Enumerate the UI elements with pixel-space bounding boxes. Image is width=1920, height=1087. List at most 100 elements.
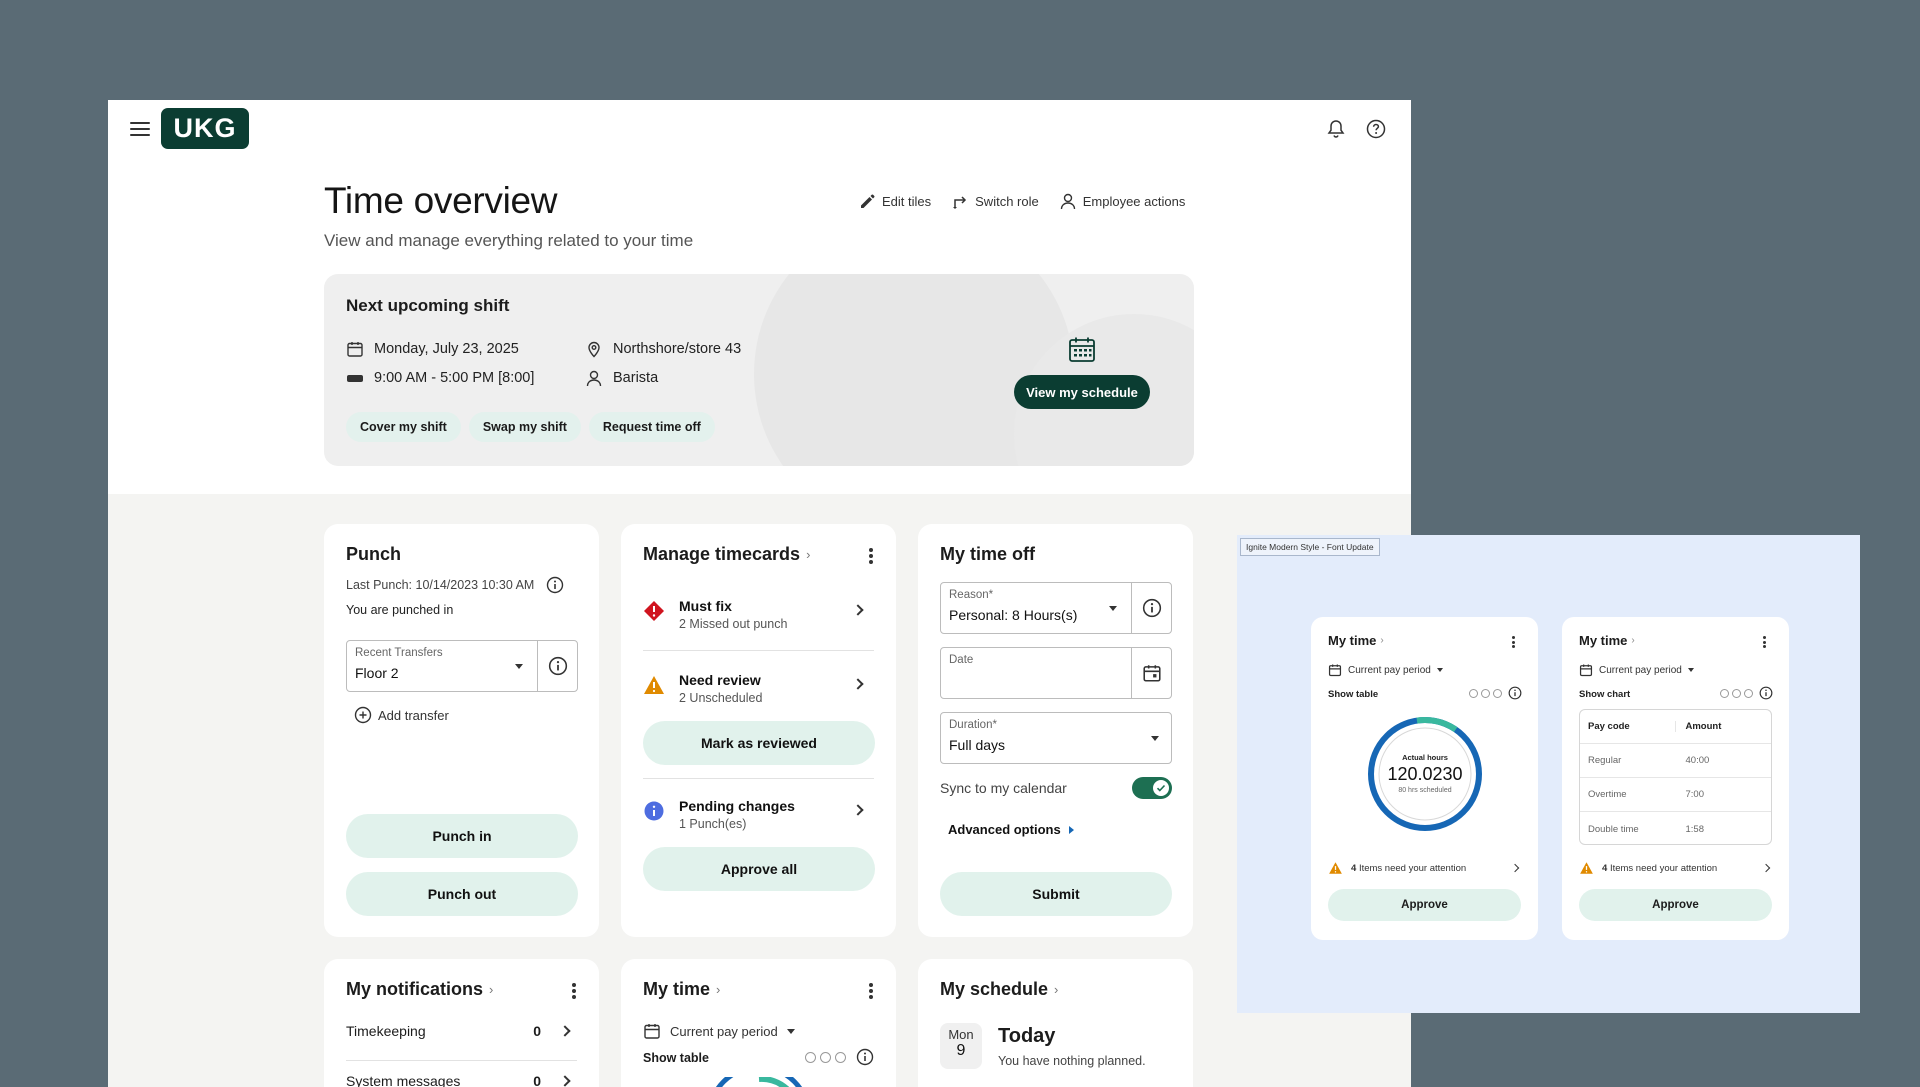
- error-diamond-icon: [644, 601, 664, 621]
- timecards-title[interactable]: Manage timecards ›: [643, 544, 810, 565]
- need-review-label: Need review: [679, 672, 761, 688]
- edit-tiles-button[interactable]: Edit tiles: [858, 192, 931, 210]
- chevron-down-icon: [515, 664, 523, 669]
- notification-row[interactable]: Timekeeping 0: [346, 1023, 577, 1053]
- chevron-down-icon: [1687, 668, 1694, 672]
- info-icon[interactable]: [856, 1048, 874, 1066]
- notification-label: System messages: [346, 1073, 461, 1087]
- preview-approve-button[interactable]: Approve: [1328, 889, 1521, 921]
- table-row: Double time 1:58: [1580, 812, 1771, 844]
- preview-approve-button[interactable]: Approve: [1579, 889, 1772, 921]
- must-fix-item[interactable]: Must fix 2 Missed out punch: [643, 598, 874, 638]
- location-pin-icon: [588, 341, 600, 358]
- preview-card-title[interactable]: My time ›: [1328, 633, 1384, 648]
- more-icon[interactable]: [868, 983, 874, 999]
- ring-sub: 80 hrs scheduled: [1398, 787, 1451, 794]
- info-icon[interactable]: [1508, 686, 1522, 700]
- preview-show-chart: Show chart: [1579, 689, 1631, 700]
- preview-pay-period-select[interactable]: Current pay period: [1579, 663, 1694, 677]
- switch-role-button[interactable]: Switch role: [951, 192, 1039, 210]
- menu-icon[interactable]: [130, 120, 150, 138]
- ukg-logo[interactable]: UKG: [161, 108, 249, 149]
- page-title: Time overview: [324, 180, 558, 221]
- time-off-title: My time off: [940, 544, 1036, 564]
- date-field[interactable]: Date: [940, 647, 1172, 699]
- pay-period-value: Current pay period: [670, 1023, 778, 1039]
- chevron-right-icon: [852, 678, 864, 690]
- punch-title: Punch: [346, 544, 402, 564]
- view-toggle[interactable]: [805, 1048, 874, 1066]
- preview-pay-period: Current pay period: [1599, 664, 1682, 676]
- shift-time: 9:00 AM - 5:00 PM [8:00]: [374, 370, 535, 386]
- time-off-tile: My time off Reason* Personal: 8 Hours(s)…: [918, 524, 1193, 937]
- must-fix-label: Must fix: [679, 598, 732, 614]
- employee-actions-button[interactable]: Employee actions: [1059, 192, 1185, 210]
- submit-button[interactable]: Submit: [940, 872, 1172, 916]
- preview-card-title[interactable]: My time ›: [1579, 633, 1635, 648]
- punch-status: You are punched in: [346, 603, 454, 617]
- recent-transfers-select[interactable]: Recent Transfers Floor 2: [346, 640, 578, 692]
- swap-shift-chip[interactable]: Swap my shift: [468, 412, 581, 442]
- header-area: UKG Time overview View and manage everyt…: [108, 100, 1411, 494]
- info-icon[interactable]: [1759, 686, 1773, 700]
- notifications-title[interactable]: My notifications ›: [346, 979, 493, 1000]
- request-time-off-chip[interactable]: Request time off: [588, 412, 715, 442]
- preview-attention-row[interactable]: 4 Items need your attention: [1579, 861, 1771, 875]
- duration-select[interactable]: Duration* Full days: [940, 712, 1172, 764]
- date-label: Date: [949, 654, 974, 666]
- view-toggle[interactable]: [1469, 686, 1522, 700]
- last-punch-row: Last Punch: 10/14/2023 10:30 AM: [346, 576, 564, 594]
- my-time-title[interactable]: My time ›: [643, 979, 720, 1000]
- person-icon: [1060, 193, 1075, 210]
- switch-role-label: Switch role: [975, 193, 1039, 209]
- punch-in-button[interactable]: Punch in: [346, 814, 578, 858]
- app-window: UKG Time overview View and manage everyt…: [108, 100, 1411, 1087]
- preview-attention-row[interactable]: 4 Items need your attention: [1328, 861, 1520, 875]
- table-cell: Double time: [1588, 823, 1639, 835]
- more-icon[interactable]: [868, 548, 874, 564]
- add-transfer-button[interactable]: Add transfer: [354, 706, 449, 724]
- info-icon[interactable]: [548, 656, 568, 676]
- mark-reviewed-button[interactable]: Mark as reviewed: [643, 721, 875, 765]
- my-schedule-title[interactable]: My schedule ›: [940, 979, 1058, 1000]
- my-schedule-tile: My schedule › Mon 9 Today You have nothin…: [918, 959, 1193, 1087]
- more-icon[interactable]: [1512, 636, 1516, 648]
- approve-all-button[interactable]: Approve all: [643, 847, 875, 891]
- bell-icon[interactable]: [1325, 118, 1347, 140]
- calendar-icon: [347, 342, 363, 357]
- add-transfer-label: Add transfer: [378, 707, 449, 723]
- more-icon[interactable]: [571, 983, 577, 999]
- chevron-right-icon: [559, 1075, 571, 1087]
- chevron-right-icon: [852, 604, 864, 616]
- advanced-options-link[interactable]: Advanced options: [948, 822, 1074, 837]
- sync-calendar-toggle[interactable]: [1132, 777, 1172, 799]
- table-cell: Regular: [1588, 755, 1622, 766]
- info-icon[interactable]: [1142, 598, 1162, 618]
- chevron-down-icon: [786, 1028, 795, 1034]
- calendar-icon[interactable]: [1142, 663, 1162, 683]
- need-review-item[interactable]: Need review 2 Unscheduled: [643, 672, 874, 712]
- more-icon[interactable]: [1763, 636, 1767, 648]
- punch-out-button[interactable]: Punch out: [346, 872, 578, 916]
- calendar-icon: [644, 1024, 660, 1039]
- info-icon[interactable]: [546, 576, 564, 594]
- table-header-cell: Pay code: [1580, 721, 1676, 732]
- reason-value: Personal: 8 Hours(s): [949, 607, 1078, 623]
- chevron-down-icon: [1436, 668, 1443, 672]
- preview-pay-period-select[interactable]: Current pay period: [1328, 663, 1443, 677]
- pending-changes-item[interactable]: Pending changes 1 Punch(es): [643, 798, 874, 838]
- clock-bar-icon: [347, 375, 363, 382]
- date-badge-date: 9: [956, 1042, 966, 1059]
- notification-row[interactable]: System messages 0: [346, 1073, 577, 1087]
- calendar-icon: [1328, 664, 1342, 677]
- punch-tile: Punch Last Punch: 10/14/2023 10:30 AM Yo…: [324, 524, 599, 937]
- help-icon[interactable]: [1365, 118, 1387, 140]
- view-toggle[interactable]: [1720, 686, 1773, 700]
- pay-period-select[interactable]: Current pay period: [643, 1022, 795, 1040]
- must-fix-sub: 2 Missed out punch: [679, 617, 788, 631]
- view-schedule-button[interactable]: View my schedule: [1014, 375, 1150, 409]
- need-review-sub: 2 Unscheduled: [679, 691, 763, 705]
- cover-shift-chip[interactable]: Cover my shift: [346, 412, 461, 442]
- notification-count: 0: [533, 1023, 541, 1039]
- reason-select[interactable]: Reason* Personal: 8 Hours(s): [940, 582, 1172, 634]
